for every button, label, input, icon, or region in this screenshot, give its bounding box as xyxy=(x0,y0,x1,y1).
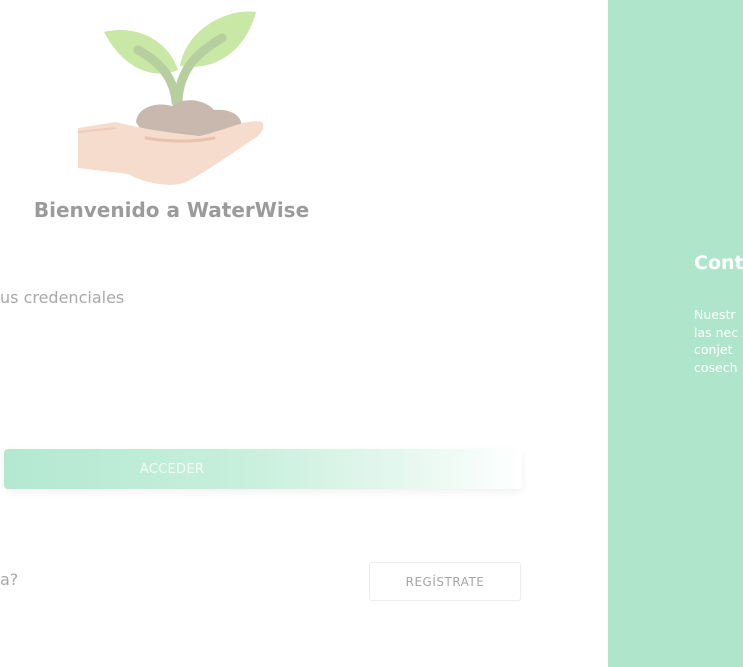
side-panel-text-line: las nec xyxy=(694,324,739,340)
side-panel-title: Cont xyxy=(694,252,743,274)
no-account-question: a? xyxy=(0,570,19,589)
login-button-label: ACCEDER xyxy=(139,461,205,477)
register-button[interactable]: REGÍSTRATE xyxy=(369,562,521,601)
side-panel-text: Nuestr las nec conjet cosech xyxy=(694,306,743,376)
hand-holding-seedling-icon xyxy=(76,10,266,188)
side-panel-text-line: Nuestr xyxy=(694,307,736,322)
side-panel-text-line: cosech xyxy=(694,359,738,375)
credentials-subtitle: us credenciales xyxy=(0,288,125,307)
info-side-panel: Cont Nuestr las nec conjet cosech xyxy=(608,0,743,667)
login-page: Bienvenido a WaterWise us credenciales A… xyxy=(0,0,743,667)
login-button[interactable]: ACCEDER xyxy=(4,449,522,489)
side-panel-text-line: conjet xyxy=(694,342,733,357)
welcome-title: Bienvenido a WaterWise xyxy=(33,198,310,222)
